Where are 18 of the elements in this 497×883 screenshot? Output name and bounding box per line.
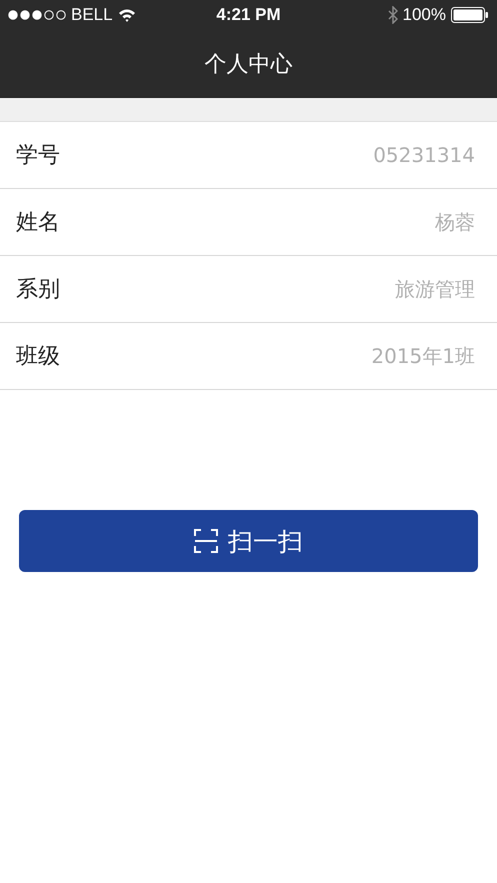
clock-time: 4:21 PM [216, 5, 281, 25]
page-title: 个人中心 [204, 50, 292, 78]
signal-icon [8, 10, 66, 20]
scan-button[interactable]: 扫一扫 [19, 510, 478, 572]
battery-icon [451, 7, 489, 23]
field-value: 2015年1班 [371, 342, 475, 370]
field-label: 学号 [16, 142, 60, 170]
scan-icon [194, 529, 218, 553]
field-label: 系别 [16, 276, 60, 304]
field-value: 05231314 [373, 143, 475, 167]
bluetooth-icon [388, 6, 398, 24]
field-label: 姓名 [16, 209, 60, 237]
battery-percent: 100% [402, 5, 446, 25]
field-value: 杨蓉 [435, 208, 475, 236]
field-label: 班级 [16, 343, 60, 371]
field-value: 旅游管理 [395, 276, 475, 302]
carrier-name: BELL [71, 5, 113, 25]
wifi-icon [118, 8, 136, 22]
